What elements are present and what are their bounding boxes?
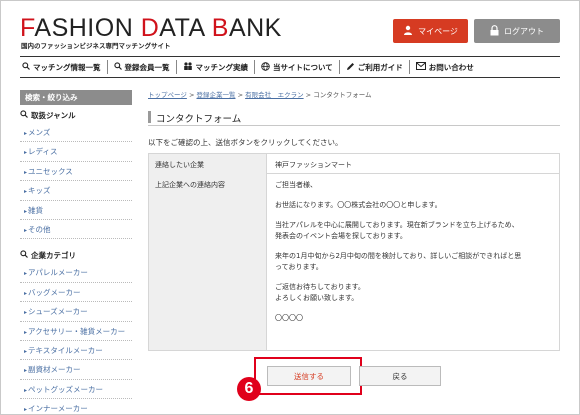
sidebar-item-goods[interactable]: 雑貨 — [20, 201, 132, 220]
sidebar-item-kids[interactable]: キッズ — [20, 181, 132, 201]
logo-letter-b: B — [211, 14, 229, 42]
nav-matching-list-label: マッチング情報一覧 — [33, 62, 101, 72]
sidebar-item-bag-maker[interactable]: バッグメーカー — [20, 283, 132, 303]
nav-about[interactable]: 当サイトについて — [254, 60, 339, 74]
sidebar-item-textile-maker[interactable]: テキスタイルメーカー — [20, 341, 132, 361]
logo-text-ashion: ASHION — [34, 14, 141, 42]
message-line: 発表会のイベント会場を探しております。 — [275, 232, 407, 240]
breadcrumb-separator: > — [305, 91, 312, 99]
sidebar: 検索・絞り込み 取扱ジャンル メンズ レディス ユニセックス キッズ 雑貨 その… — [20, 90, 132, 415]
highlight-box — [254, 357, 362, 395]
sidebar-item-inner-maker[interactable]: インナーメーカー — [20, 399, 132, 415]
breadcrumb-separator: > — [188, 91, 195, 99]
message-line: よろしくお願い致します。 — [275, 294, 359, 302]
title-accent-bar — [148, 111, 151, 123]
confirmation-table: 連絡したい企業 神戸ファッションマート 上記企業への連絡内容 ご担当者様、 お世… — [148, 153, 560, 351]
message-line: 当社アパレルを中心に展開しております。現在新ブランドを立ち上げるため、 — [275, 221, 519, 229]
user-icon — [403, 25, 413, 37]
message-line: ご返信お待ちしております。 — [275, 283, 365, 291]
people-icon — [183, 62, 193, 72]
nav-guide-label: ご利用ガイド — [357, 62, 403, 72]
globe-icon — [261, 61, 270, 73]
breadcrumb-current: コンタクトフォーム — [313, 91, 372, 99]
nav-contact-label: お問い合わせ — [428, 62, 474, 72]
sidebar-item-apparel-maker[interactable]: アパレルメーカー — [20, 263, 132, 283]
logo-letter-f: F — [20, 14, 35, 42]
logo-text-ata: ATA — [159, 14, 212, 42]
lock-icon — [490, 24, 499, 38]
nav-matching-results[interactable]: マッチング実績 — [175, 60, 255, 74]
site-logo[interactable]: FASHION DATA BANK — [20, 14, 282, 43]
message-line: 〇〇〇〇 — [275, 314, 303, 322]
breadcrumb-top-link[interactable]: トップページ — [148, 91, 187, 99]
breadcrumb-members-link[interactable]: 登録企業一覧 — [196, 91, 235, 99]
pen-icon — [346, 62, 355, 73]
nav-member-list-label: 登録会員一覧 — [124, 62, 170, 72]
step-number-badge: 6 — [237, 377, 261, 401]
search-icon — [22, 62, 30, 72]
instruction-text: 以下をご確認の上、送信ボタンをクリックしてください。 — [148, 138, 343, 147]
breadcrumb-company-link[interactable]: 有限会社 エクラン — [245, 91, 304, 99]
sidebar-heading: 検索・絞り込み — [20, 90, 132, 105]
category-heading-label: 企業カテゴリ — [31, 251, 76, 261]
message-label: 上記企業への連絡内容 — [149, 174, 267, 350]
sidebar-item-pet-goods-maker[interactable]: ペットグッズメーカー — [20, 380, 132, 400]
nav-matching-list[interactable]: マッチング情報一覧 — [20, 60, 107, 74]
logo-text-ank: ANK — [228, 14, 282, 42]
nav-about-label: 当サイトについて — [273, 62, 333, 72]
breadcrumb: トップページ > 登録企業一覧 > 有限会社 エクラン > コンタクトフォーム — [148, 89, 372, 99]
sidebar-item-unisex[interactable]: ユニセックス — [20, 162, 132, 182]
target-company-label: 連絡したい企業 — [149, 154, 267, 174]
back-button[interactable]: 戻る — [359, 366, 441, 386]
logo-letter-d: D — [140, 14, 160, 42]
page-title-text: コンタクトフォーム — [156, 114, 242, 125]
mypage-button[interactable]: マイページ — [393, 19, 468, 43]
message-line: お世話になります。〇〇株式会社の〇〇と申します。 — [275, 201, 442, 209]
message-line: 来年の1月中旬から2月中旬の間を検討しており、詳しいご相談ができればと思 — [275, 252, 522, 260]
sidebar-item-mens[interactable]: メンズ — [20, 123, 132, 143]
global-nav: マッチング情報一覧 登録会員一覧 マッチング実績 当サイトについて ご利用ガイド… — [20, 56, 560, 78]
search-icon — [20, 249, 28, 263]
message-line: っております。 — [275, 263, 323, 271]
nav-member-list[interactable]: 登録会員一覧 — [106, 60, 176, 74]
genre-heading-label: 取扱ジャンル — [31, 111, 76, 120]
search-icon — [113, 62, 122, 72]
mypage-label: マイページ — [418, 26, 458, 36]
sidebar-item-other[interactable]: その他 — [20, 220, 132, 240]
page-title: コンタクトフォーム — [148, 108, 560, 126]
sidebar-item-ladies[interactable]: レディス — [20, 142, 132, 162]
search-icon — [20, 109, 28, 123]
sidebar-item-shoes-maker[interactable]: シューズメーカー — [20, 302, 132, 322]
nav-matching-results-label: マッチング実績 — [195, 62, 249, 72]
target-company-value: 神戸ファッションマート — [275, 161, 352, 169]
site-tagline: 国内のファッションビジネス専門マッチングサイト — [21, 42, 171, 50]
sidebar-item-accessory-maker[interactable]: アクセサリー・雑貨メーカー — [20, 322, 132, 341]
category-heading: 企業カテゴリ — [20, 249, 132, 263]
message-value: ご担当者様、 お世話になります。〇〇株式会社の〇〇と申します。 当社アパレルを中… — [267, 174, 559, 350]
message-line: ご担当者様、 — [275, 181, 317, 189]
logout-button[interactable]: ログアウト — [474, 19, 560, 43]
breadcrumb-separator: > — [237, 91, 244, 99]
mail-icon — [415, 62, 426, 72]
nav-contact[interactable]: お問い合わせ — [408, 60, 480, 74]
nav-guide[interactable]: ご利用ガイド — [338, 60, 409, 74]
genre-heading: 取扱ジャンル — [20, 109, 132, 123]
sidebar-item-materials-maker[interactable]: 副資材メーカー — [20, 360, 132, 380]
logout-label: ログアウト — [504, 26, 544, 36]
